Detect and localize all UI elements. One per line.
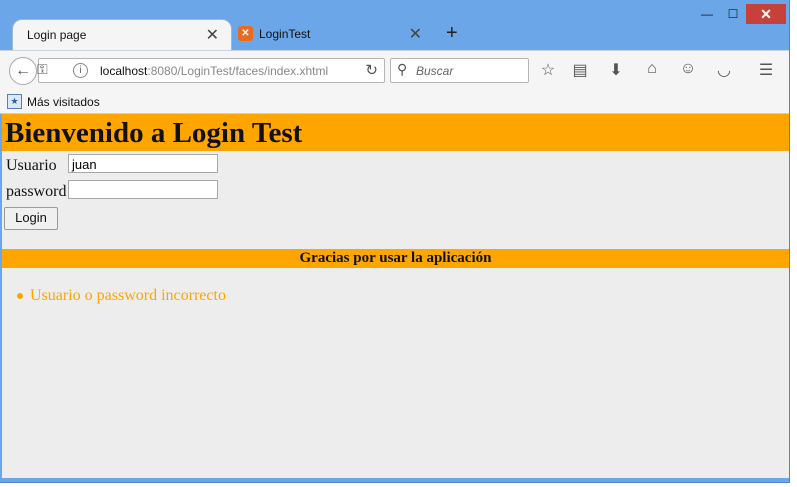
tab-logintest[interactable]: ✕ LoginTest ✕ [234,19,434,50]
chat-icon[interactable]: ☺ [677,60,699,78]
key-icon: ⚿ [37,61,48,77]
page-title: Bienvenido a Login Test [5,117,303,149]
bullet-icon [17,293,23,299]
navigation-bar: ← ⚿ i localhost:8080/LoginTest/faces/ind… [0,50,789,91]
home-icon[interactable]: ⌂ [641,60,663,78]
username-field[interactable]: juan [68,154,218,173]
close-tab-icon[interactable]: ✕ [206,25,219,45]
bookmark-star-icon[interactable]: ☆ [537,60,559,80]
login-button[interactable]: Login [4,207,58,230]
browser-window: — ☐ ✕ Login page ✕ ✕ LoginTest ✕ + ← ⚿ i… [0,0,790,483]
close-tab-icon[interactable]: ✕ [409,24,422,44]
error-messages: Usuario o password incorrecto [17,287,226,305]
search-box[interactable]: ⚲ Buscar [390,58,529,83]
page-footer: Gracias por usar la aplicación [2,249,789,268]
xampp-favicon-icon: ✕ [238,26,253,41]
error-message: Usuario o password incorrecto [30,287,226,304]
reading-list-icon[interactable]: ▤ [569,60,591,80]
new-tab-button[interactable]: + [446,22,458,45]
reload-icon[interactable]: ↻ [365,61,378,79]
page-header: Bienvenido a Login Test [2,114,789,151]
tab-label: LoginTest [259,27,311,41]
address-bar[interactable]: ⚿ i localhost:8080/LoginTest/faces/index… [37,58,385,83]
url-host: localhost [100,64,148,78]
title-bar: — ☐ ✕ Login page ✕ ✕ LoginTest ✕ + [0,0,789,51]
page-content: Bienvenido a Login Test Usuario juan pas… [2,114,789,478]
tab-label: Login page [27,28,87,42]
maximize-button[interactable]: ☐ [720,4,746,24]
menu-icon[interactable]: ☰ [755,60,777,80]
username-label: Usuario [6,157,57,174]
bookmark-most-visited[interactable]: Más visitados [27,95,100,109]
desktop-edge [790,0,797,487]
pocket-icon[interactable]: ◡ [713,60,735,80]
close-window-button[interactable]: ✕ [746,4,786,24]
download-icon[interactable]: ⬇ [605,60,627,80]
password-field[interactable] [68,180,218,199]
tab-login-page[interactable]: Login page ✕ [12,19,232,51]
search-icon: ⚲ [397,61,408,77]
bookmarks-toolbar: ★ Más visitados [0,91,789,114]
url-text[interactable]: localhost:8080/LoginTest/faces/index.xht… [100,64,352,78]
password-label: password [6,183,67,200]
minimize-button[interactable]: — [694,4,720,24]
url-path: :8080/LoginTest/faces/index.xhtml [147,64,329,78]
info-icon[interactable]: i [73,63,88,78]
back-button[interactable]: ← [9,57,37,85]
bookmark-folder-icon: ★ [7,94,22,109]
search-placeholder: Buscar [416,64,454,78]
